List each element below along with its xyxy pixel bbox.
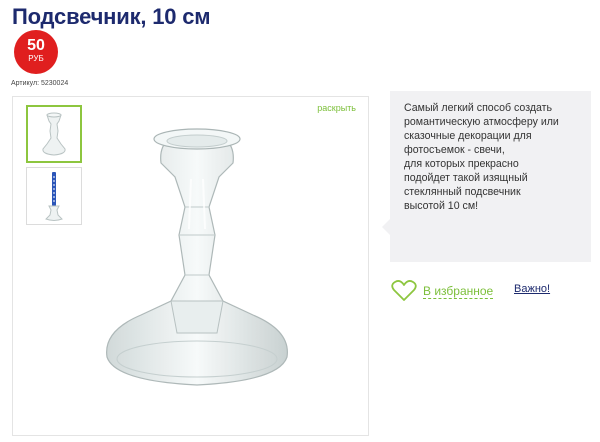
price-badge: 50 РУБ bbox=[14, 30, 58, 74]
description-line: Самый легкий способ создать bbox=[404, 102, 553, 114]
image-gallery: раскрыть bbox=[12, 96, 369, 436]
thumbnail-candlestick-with-candle[interactable] bbox=[26, 167, 82, 225]
thumbnail-candlestick[interactable] bbox=[26, 105, 82, 163]
page-title: Подсвечник, 10 см bbox=[12, 4, 211, 29]
important-link[interactable]: Важно! bbox=[514, 283, 550, 295]
add-to-favorites-button[interactable]: В избранное bbox=[391, 280, 494, 302]
description-line: для которых прекрасно bbox=[404, 158, 519, 170]
product-description: Самый легкий способ создать романтическу… bbox=[382, 91, 591, 262]
favorites-label: В избранное bbox=[423, 283, 494, 299]
candlestick-image bbox=[106, 128, 288, 386]
description-line: подойдет такой изящный bbox=[404, 172, 528, 184]
description-line: сказочные декорации для bbox=[404, 130, 532, 142]
description-line: высотой 10 см! bbox=[404, 200, 479, 212]
expand-link[interactable]: раскрыть bbox=[317, 103, 356, 113]
description-line: романтическую атмосферу или bbox=[404, 116, 559, 128]
sku-label: Артикул: 5230024 bbox=[11, 80, 69, 87]
candlestick-thumbnail-image bbox=[42, 112, 66, 156]
heart-icon bbox=[391, 280, 417, 301]
candle-thumbnail-image bbox=[45, 172, 63, 221]
description-line: стеклянный подсвечник bbox=[404, 186, 521, 198]
description-line: фотосъемок - свечи, bbox=[404, 144, 505, 156]
price-amount: 50 bbox=[27, 37, 45, 54]
price-currency: РУБ bbox=[28, 54, 44, 63]
